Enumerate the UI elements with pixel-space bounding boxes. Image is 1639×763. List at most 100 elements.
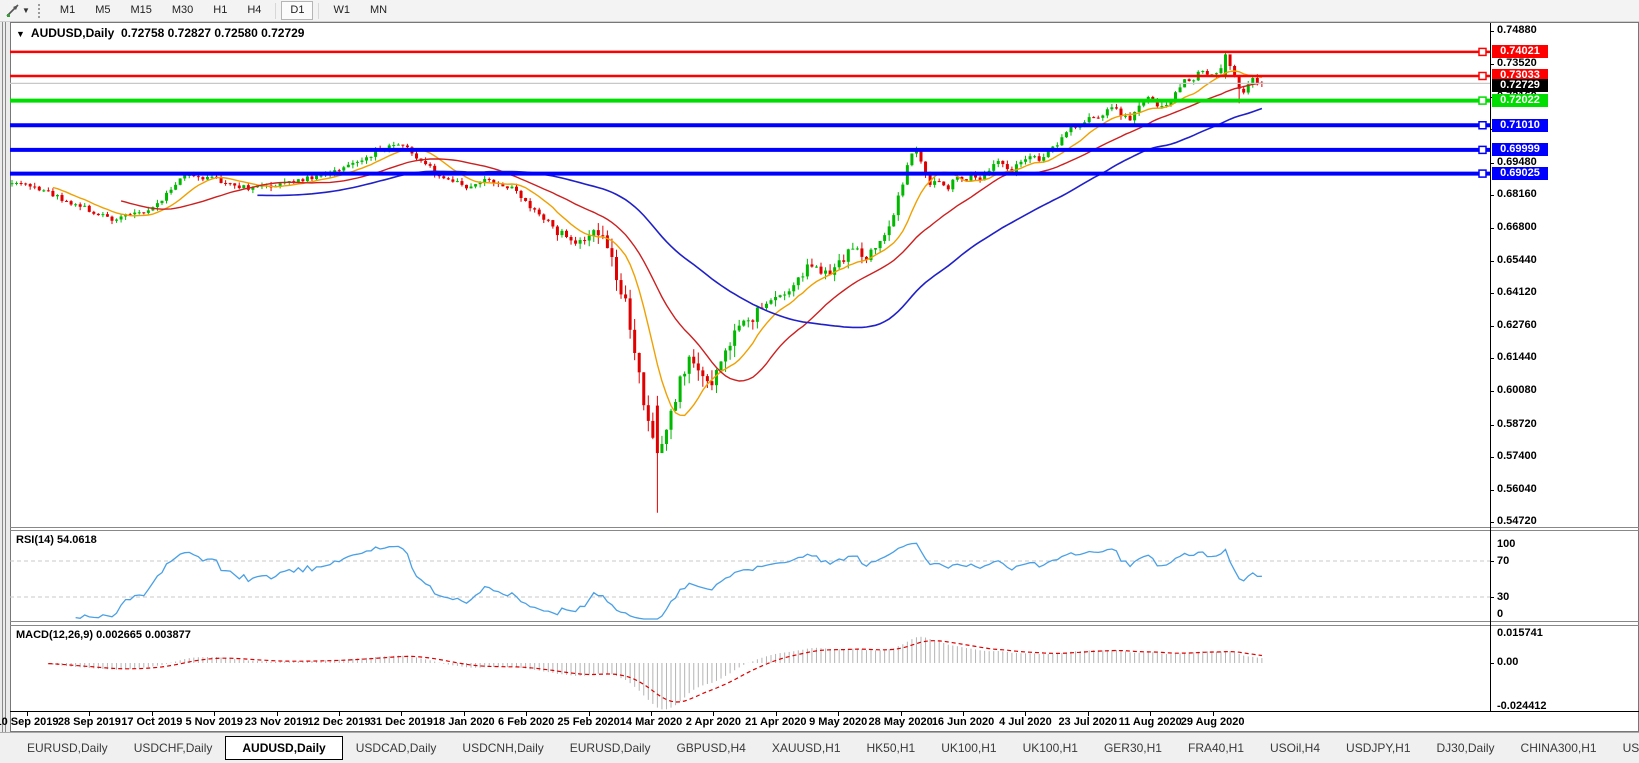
price-tick-label: 0.62760 [1497, 319, 1537, 331]
price-tick [1490, 326, 1494, 327]
date-label: 31 Dec 2019 [370, 716, 433, 728]
chart-tab-eurusd-daily[interactable]: EURUSD,Daily [557, 737, 664, 759]
chart-tab-xauusd-h1[interactable]: XAUUSD,H1 [759, 737, 854, 759]
chart-tool-icon[interactable] [4, 3, 22, 19]
mt4-terminal: ▼ M1M5M15M30H1H4 D1 W1MN ▼ AUDUSD,Daily 0.7… [0, 0, 1639, 763]
price-tick-label: 0.66800 [1497, 221, 1537, 233]
price-tick [1490, 64, 1494, 65]
price-tick-label: 0.68160 [1497, 188, 1537, 200]
chart-tab-ger30-h1[interactable]: GER30,H1 [1091, 737, 1175, 759]
date-label: 9 May 2020 [809, 716, 867, 728]
date-label: 23 Nov 2019 [245, 716, 309, 728]
timeframe-button-M1[interactable]: M1 [51, 1, 84, 20]
chart-tab-china300-h1[interactable]: CHINA300,H1 [1508, 737, 1610, 759]
price-tick-label: 0.69480 [1497, 156, 1537, 168]
chart-tab-fra40-h1[interactable]: FRA40,H1 [1175, 737, 1257, 759]
price-tick [1490, 425, 1494, 426]
line-tool-glyph [5, 3, 21, 19]
date-label: 11 Aug 2020 [1119, 716, 1182, 728]
rsi-label: RSI(14) 54.0618 [16, 534, 97, 546]
level-handle[interactable] [1479, 170, 1486, 177]
date-label: 23 Jul 2020 [1058, 716, 1117, 728]
symbol-dropdown-caret-icon[interactable]: ▼ [16, 29, 25, 39]
level-price-badge: 0.74021 [1492, 45, 1548, 58]
chart-tab-dj30-daily[interactable]: DJ30,Daily [1424, 737, 1508, 759]
price-tick-label: 0.60080 [1497, 384, 1537, 396]
macd-tick [1490, 663, 1494, 664]
level-price-badge: 0.72022 [1492, 94, 1548, 107]
chart-tab-bar: EURUSD,DailyUSDCHF,DailyAUDUSD,DailyUSDC… [0, 732, 1639, 763]
rsi-indicator-chart[interactable] [10, 531, 1490, 621]
rsi-tick [1490, 597, 1494, 598]
level-handle[interactable] [1479, 97, 1486, 104]
date-label: 21 Apr 2020 [745, 716, 806, 728]
chart-tab-usdjpy-h1[interactable]: USDJPY,H1 [1333, 737, 1423, 759]
toolbar-separator [275, 3, 276, 19]
price-tick-label: 0.74880 [1497, 24, 1537, 36]
rsi-axis-label: 0 [1497, 608, 1503, 620]
rsi-axis-label: 100 [1497, 538, 1515, 550]
timeframe-button-MN[interactable]: MN [361, 1, 396, 20]
date-label: 17 Oct 2019 [121, 716, 182, 728]
chart-tab-uk100-h1[interactable]: UK100,H1 [928, 737, 1009, 759]
toolbar: ▼ M1M5M15M30H1H4 D1 W1MN [0, 0, 1639, 22]
chart-tab-uk100-h1[interactable]: UK100,H1 [1010, 737, 1091, 759]
chart-tab-hk50-h1[interactable]: HK50,H1 [854, 737, 929, 759]
date-label: 5 Nov 2019 [185, 716, 242, 728]
toolbar-grip-handle[interactable] [38, 4, 44, 18]
chart-tab-usdcnh-daily[interactable]: USDCNH,Daily [449, 737, 556, 759]
chart-tab-eurusd-daily[interactable]: EURUSD,Daily [14, 737, 121, 759]
chart-tab-gbpusd-h4[interactable]: GBPUSD,H4 [663, 737, 758, 759]
timeframe-button-M30[interactable]: M30 [163, 1, 202, 20]
timeframe-buttons: M1M5M15M30H1H4 D1 W1MN [50, 1, 397, 20]
level-handle[interactable] [1479, 48, 1486, 55]
chart-title: ▼AUDUSD,Daily 0.72758 0.72827 0.72580 0.… [16, 26, 304, 40]
date-label: 14 Mar 2020 [620, 716, 682, 728]
price-tick-label: 0.56040 [1497, 483, 1537, 495]
macd-axis-max: 0.015741 [1497, 627, 1543, 639]
macd-indicator-chart[interactable] [10, 626, 1490, 711]
level-handle[interactable] [1479, 146, 1486, 153]
chart-symbol: AUDUSD,Daily [31, 26, 114, 40]
price-tick [1490, 391, 1494, 392]
date-label: 29 Aug 2020 [1181, 716, 1245, 728]
date-label: 25 Feb 2020 [557, 716, 619, 728]
date-label: 2 Apr 2020 [686, 716, 741, 728]
macd-axis-zero: 0.00 [1497, 656, 1518, 668]
timeframe-button-D1[interactable]: D1 [281, 1, 313, 20]
moving-average-10 [53, 71, 1262, 415]
chart-tab-usdchf-daily[interactable]: USDCHF,Daily [121, 737, 226, 759]
price-axis-line [1490, 23, 1491, 711]
price-tick-label: 0.57400 [1497, 450, 1537, 462]
timeframe-button-W1[interactable]: W1 [324, 1, 359, 20]
rsi-axis-label: 30 [1497, 591, 1509, 603]
date-label: 28 May 2020 [868, 716, 932, 728]
price-tick [1490, 293, 1494, 294]
price-tick-label: 0.65440 [1497, 254, 1537, 266]
rsi-macd-splitter[interactable] [10, 621, 1639, 622]
price-tick-label: 0.73520 [1497, 57, 1537, 69]
left-splitter[interactable] [0, 22, 10, 732]
timeframe-button-M15[interactable]: M15 [121, 1, 160, 20]
price-tick [1490, 261, 1494, 262]
chart-tab-usoil-h4[interactable]: USOil,H4 [1257, 737, 1333, 759]
macd-signal-line [48, 641, 1262, 702]
moving-average-25 [121, 83, 1262, 381]
date-label: 16 Jun 2020 [932, 716, 994, 728]
price-tick-label: 0.61440 [1497, 351, 1537, 363]
main-rsi-splitter[interactable] [10, 527, 1639, 528]
level-handle[interactable] [1479, 122, 1486, 129]
timeframe-button-H1[interactable]: H1 [204, 1, 236, 20]
timeframe-button-M5[interactable]: M5 [86, 1, 119, 20]
chart-tab-audusd-daily[interactable]: AUDUSD,Daily [225, 736, 342, 760]
chart-tab-usdcad-daily[interactable]: USDCAD,Daily [343, 737, 450, 759]
price-tick-label: 0.54720 [1497, 515, 1537, 527]
date-label: 28 Sep 2019 [58, 716, 121, 728]
chart-tab-usoil-h1[interactable]: USOil,H1 [1610, 737, 1639, 759]
level-handle[interactable] [1479, 72, 1486, 79]
timeframe-button-H4[interactable]: H4 [238, 1, 270, 20]
tool-dropdown-caret-icon[interactable]: ▼ [22, 6, 30, 15]
current-price-badge: 0.72729 [1492, 79, 1548, 92]
main-price-chart[interactable] [10, 23, 1490, 527]
toolbar-separator [318, 3, 319, 19]
